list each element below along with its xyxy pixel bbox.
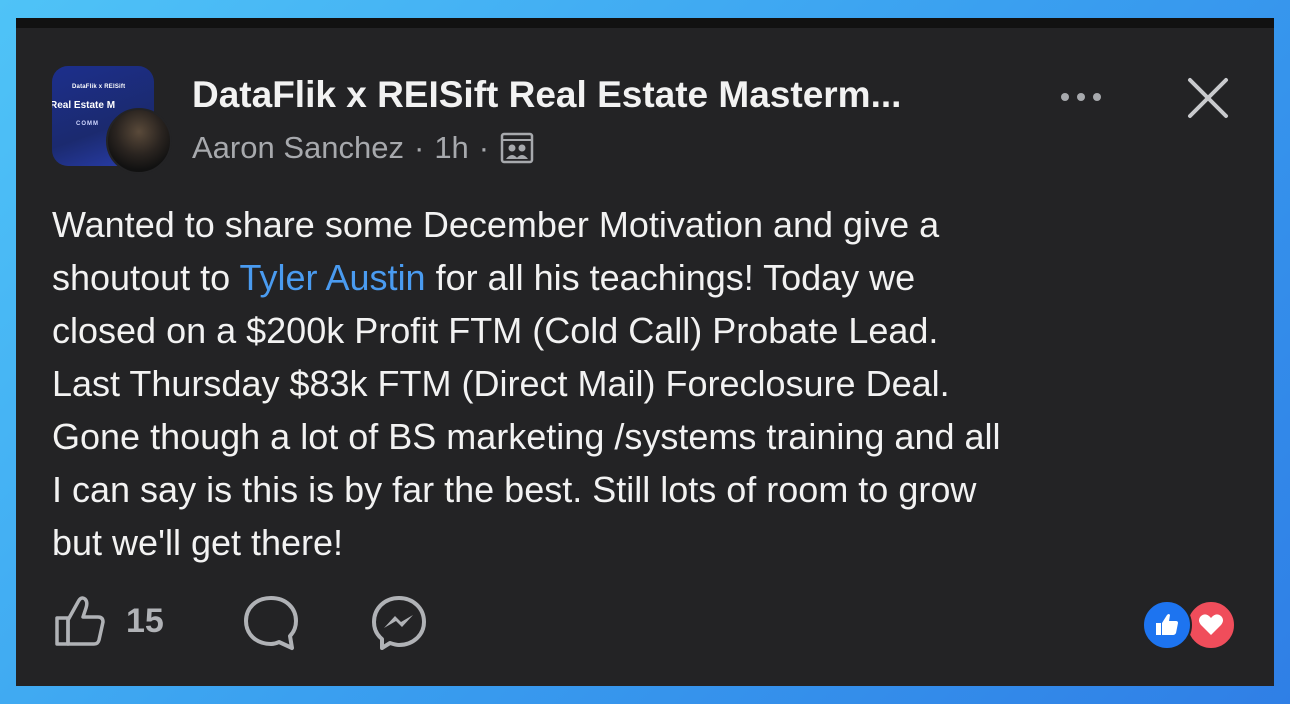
- post-line: closed on a $200k Profit FTM (Cold Call)…: [52, 310, 939, 351]
- post-line: shoutout to Tyler Austin for all his tea…: [52, 251, 1252, 304]
- like-reaction-icon: [1142, 600, 1192, 650]
- group-avatar-brand: DataFlik x REISift: [72, 84, 126, 90]
- post-line-text: shoutout to: [52, 257, 240, 298]
- mention-link[interactable]: Tyler Austin: [240, 257, 426, 298]
- reactions-summary[interactable]: [1142, 600, 1242, 650]
- post-dialog: DataFlik x REISift Real Estate M COMM Da…: [16, 18, 1274, 686]
- comment-button[interactable]: [240, 592, 302, 654]
- post-text: Wanted to share some December Motivation…: [52, 198, 1252, 569]
- group-avatar-title: Real Estate M: [52, 100, 116, 111]
- like-button[interactable]: [52, 592, 110, 650]
- group-visibility-icon: [499, 131, 535, 165]
- group-title[interactable]: DataFlik x REISift Real Estate Masterm..…: [192, 74, 901, 116]
- post-line: Wanted to share some December Motivation…: [52, 204, 940, 245]
- post-line: Last Thursday $83k FTM (Direct Mail) For…: [52, 363, 950, 404]
- author-name[interactable]: Aaron Sanchez: [192, 130, 404, 166]
- meta-separator: ·: [478, 130, 490, 165]
- more-options-icon[interactable]: [1056, 82, 1106, 112]
- post-line: but we'll get there!: [52, 522, 344, 563]
- meta-separator: ·: [413, 130, 425, 165]
- group-avatar-subtitle: COMM: [76, 121, 99, 127]
- post-line: Gone though a lot of BS marketing /syste…: [52, 416, 1001, 457]
- close-icon[interactable]: [1184, 74, 1232, 122]
- like-count[interactable]: 15: [126, 602, 164, 641]
- post-line: I can say is this is by far the best. St…: [52, 469, 977, 510]
- like-icon: [55, 596, 105, 646]
- love-reaction-icon: [1186, 600, 1236, 650]
- post-line-text: for all his teachings! Today we: [425, 257, 916, 298]
- top-border: [16, 18, 1274, 28]
- messenger-share-button[interactable]: [368, 592, 430, 654]
- comment-icon: [244, 596, 298, 650]
- post-meta: Aaron Sanchez · 1h ·: [192, 130, 535, 166]
- messenger-icon: [372, 596, 426, 650]
- post-time[interactable]: 1h: [434, 130, 468, 166]
- avatar-group[interactable]: DataFlik x REISift Real Estate M COMM: [52, 66, 172, 174]
- author-avatar[interactable]: [106, 108, 172, 174]
